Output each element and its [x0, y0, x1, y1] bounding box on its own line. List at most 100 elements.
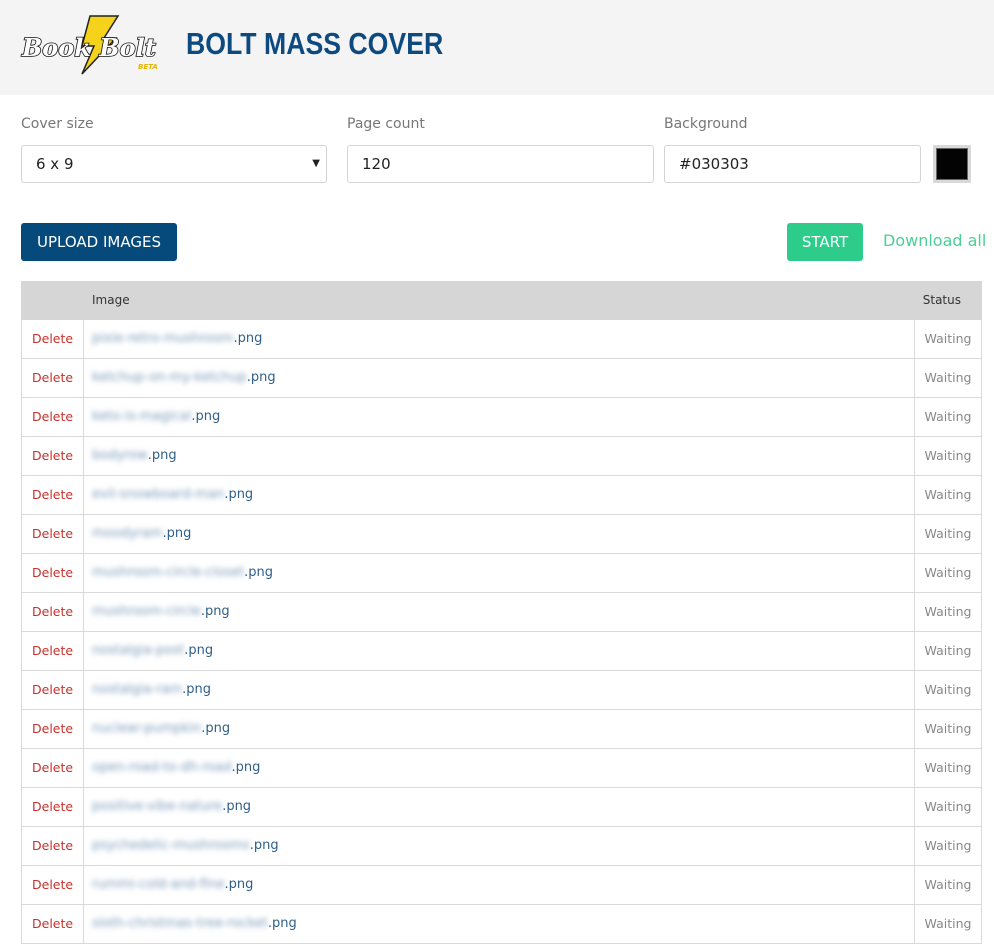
status-cell: Waiting: [914, 437, 981, 475]
redacted-filename: mushroom-circle: [92, 604, 201, 619]
redacted-filename: nostalgia-ram: [92, 682, 183, 697]
table-row: Delete ketchup-on-my-ketchup.png Waiting: [21, 359, 982, 398]
table-row: Delete nostalgia-ram.png Waiting: [21, 671, 982, 710]
delete-link[interactable]: Delete: [22, 593, 84, 631]
redacted-filename: sloth-christmas-tree-rocket: [92, 916, 268, 931]
redacted-filename: psychedelic-mushrooms: [92, 838, 250, 853]
download-all-link[interactable]: Download all: [883, 231, 986, 250]
file-extension: .png: [200, 604, 230, 619]
background-color-value: #030303: [679, 155, 749, 173]
image-filename: ketchup-on-my-ketchup.png: [84, 359, 914, 397]
table-row: Delete nuclear-pumpkin.png Waiting: [21, 710, 982, 749]
cover-size-label: Cover size: [21, 116, 94, 132]
status-cell: Waiting: [914, 827, 981, 865]
delete-link[interactable]: Delete: [22, 866, 84, 904]
image-filename: nuclear-pumpkin.png: [84, 710, 914, 748]
redacted-filename: pixie-retro-mushroom: [92, 331, 234, 346]
status-cell: Waiting: [914, 359, 981, 397]
table-row: Delete psychedelic-mushrooms.png Waiting: [21, 827, 982, 866]
app-header: Book Bolt BETA BOLT MASS COVER: [0, 0, 994, 95]
status-cell: Waiting: [914, 554, 981, 592]
cover-size-value: 6 x 9: [36, 155, 74, 173]
page-count-label: Page count: [347, 116, 425, 132]
table-row: Delete nostalgia-post.png Waiting: [21, 632, 982, 671]
redacted-filename: positive-vibe-nature: [92, 799, 223, 814]
redacted-filename: ketchup-on-my-ketchup: [92, 370, 247, 385]
color-swatch-fill: [936, 148, 968, 180]
column-header-image: Image: [92, 293, 130, 307]
redacted-filename: mushroom-circle-closet: [92, 565, 245, 580]
status-cell: Waiting: [914, 593, 981, 631]
image-filename: nostalgia-post.png: [84, 632, 914, 670]
image-filename: evil-snowboard-man.png: [84, 476, 914, 514]
delete-link[interactable]: Delete: [22, 710, 84, 748]
image-filename: psychedelic-mushrooms.png: [84, 827, 914, 865]
delete-link[interactable]: Delete: [22, 671, 84, 709]
file-extension: .png: [224, 487, 254, 502]
table-row: Delete open-road-to-dh-road.png Waiting: [21, 749, 982, 788]
delete-link[interactable]: Delete: [22, 749, 84, 787]
status-cell: Waiting: [914, 671, 981, 709]
background-color-input[interactable]: #030303: [664, 145, 921, 183]
table-header: Image Status: [21, 281, 982, 320]
table-row: Delete sloth-christmas-tree-rocket.png Wai…: [21, 905, 982, 944]
table-row: Delete bodyrow.png Waiting: [21, 437, 982, 476]
image-filename: rummi-cold-and-fine.png: [84, 866, 914, 904]
file-extension: .png: [222, 799, 252, 814]
redacted-filename: moodyram: [92, 526, 163, 541]
redacted-filename: evil-snowboard-man: [92, 487, 225, 502]
delete-link[interactable]: Delete: [22, 398, 84, 436]
images-table: Image Status Delete pixie-retro-mushroom.…: [21, 281, 982, 944]
redacted-filename: nuclear-pumpkin: [92, 721, 202, 736]
color-picker-swatch[interactable]: [933, 145, 971, 183]
delete-link[interactable]: Delete: [22, 359, 84, 397]
file-extension: .png: [267, 916, 297, 931]
file-extension: .png: [231, 760, 261, 775]
redacted-filename: bodyrow: [92, 448, 148, 463]
delete-link[interactable]: Delete: [22, 788, 84, 826]
file-extension: .png: [233, 331, 263, 346]
upload-images-button[interactable]: UPLOAD IMAGES: [21, 223, 177, 261]
table-row: Delete evil-snowboard-man.png Waiting: [21, 476, 982, 515]
page-title: BOLT MASS COVER: [186, 26, 444, 61]
delete-link[interactable]: Delete: [22, 632, 84, 670]
chevron-down-icon: ▼: [312, 158, 320, 169]
redacted-filename: keto-is-magical: [92, 409, 192, 424]
delete-link[interactable]: Delete: [22, 554, 84, 592]
file-extension: .png: [184, 643, 214, 658]
delete-link[interactable]: Delete: [22, 905, 84, 943]
book-bolt-logo[interactable]: Book Bolt BETA: [20, 14, 166, 76]
file-extension: .png: [182, 682, 212, 697]
image-filename: keto-is-magical.png: [84, 398, 914, 436]
redacted-filename: rummi-cold-and-fine: [92, 877, 225, 892]
background-label: Background: [664, 116, 748, 132]
status-cell: Waiting: [914, 788, 981, 826]
page-count-input[interactable]: 120: [347, 145, 654, 183]
cover-size-select[interactable]: 6 x 9 ▼: [21, 145, 327, 183]
status-cell: Waiting: [914, 866, 981, 904]
image-filename: open-road-to-dh-road.png: [84, 749, 914, 787]
delete-link[interactable]: Delete: [22, 320, 84, 358]
status-cell: Waiting: [914, 398, 981, 436]
file-extension: .png: [249, 838, 279, 853]
start-button[interactable]: START: [787, 223, 863, 261]
delete-link[interactable]: Delete: [22, 476, 84, 514]
status-cell: Waiting: [914, 749, 981, 787]
delete-link[interactable]: Delete: [22, 437, 84, 475]
file-extension: .png: [191, 409, 221, 424]
image-filename: moodyram.png: [84, 515, 914, 553]
logo-text: Book Bolt: [21, 33, 156, 62]
status-cell: Waiting: [914, 632, 981, 670]
image-filename: sloth-christmas-tree-rocket.png: [84, 905, 914, 943]
status-cell: Waiting: [914, 320, 981, 358]
table-row: Delete moodyram.png Waiting: [21, 515, 982, 554]
image-filename: mushroom-circle-closet.png: [84, 554, 914, 592]
image-filename: positive-vibe-nature.png: [84, 788, 914, 826]
image-filename: mushroom-circle.png: [84, 593, 914, 631]
page-count-value: 120: [362, 155, 391, 173]
delete-link[interactable]: Delete: [22, 827, 84, 865]
file-extension: .png: [201, 721, 231, 736]
file-extension: .png: [244, 565, 273, 580]
delete-link[interactable]: Delete: [22, 515, 84, 553]
table-row: Delete mushroom-circle-closet.png Waiting: [21, 554, 982, 593]
